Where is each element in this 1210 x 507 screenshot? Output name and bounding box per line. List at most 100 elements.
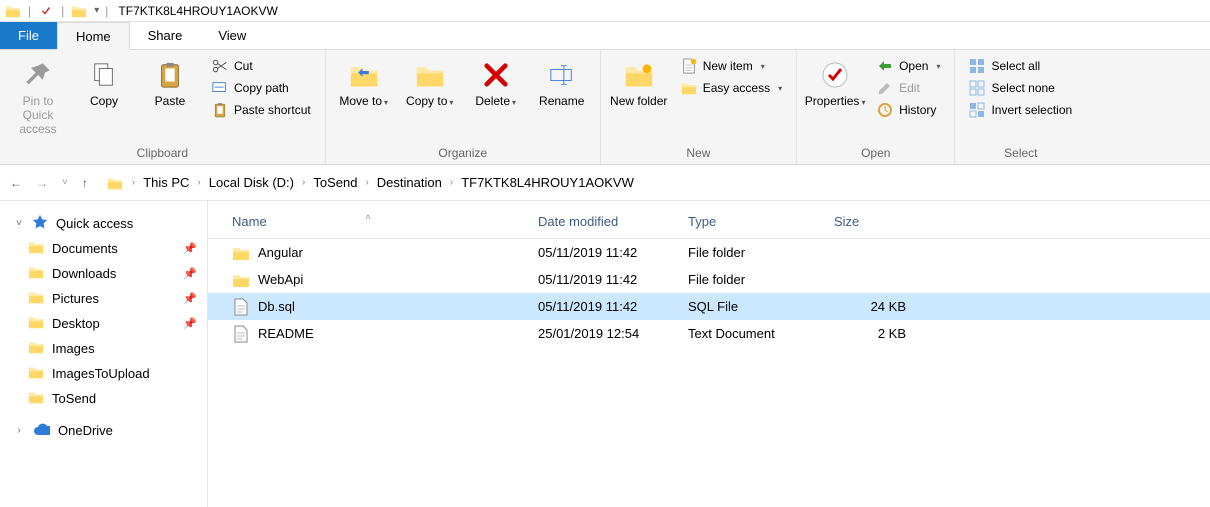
breadcrumb-item[interactable]: ToSend [313,175,357,190]
folder-icon [28,239,44,258]
breadcrumb-item[interactable]: Destination [377,175,442,190]
group-open: Properties▾ Open▾ Edit History Open [797,50,955,164]
tab-file[interactable]: File [0,22,57,49]
folder-icon [28,264,44,283]
group-new-label: New [609,144,788,162]
paste-icon [153,58,187,92]
nav-item[interactable]: ToSend [4,386,203,411]
folder-icon [28,339,44,358]
nav-item[interactable]: Images [4,336,203,361]
breadcrumb-root-icon[interactable] [106,174,124,192]
breadcrumb-item[interactable]: This PC [143,175,189,190]
group-new: New folder New item▾ Easy access▾ New [601,50,797,164]
edit-icon [877,80,893,96]
nav-item[interactable]: Pictures📌 [4,286,203,311]
pin-icon: 📌 [183,292,197,305]
move-to-icon [347,58,381,92]
nav-item[interactable]: Documents 📌 [4,236,203,261]
nav-item-label: Documents [52,241,118,256]
copy-to-button[interactable]: Copy to▾ [400,54,460,110]
breadcrumb-item[interactable]: Local Disk (D:) [209,175,294,190]
recent-button[interactable]: ˅ [62,177,68,188]
history-icon [877,102,893,118]
properties-button[interactable]: Properties▾ [805,54,865,110]
menu-tabs: File Home Share View [0,22,1210,50]
delete-button[interactable]: Delete▾ [466,54,526,110]
breadcrumb[interactable]: › This PC› Local Disk (D:)› ToSend› Dest… [100,174,634,192]
column-size[interactable]: Size [824,214,920,229]
qat-folder-icon[interactable] [70,2,88,20]
scissors-icon [212,58,228,74]
copy-button[interactable]: Copy [74,54,134,108]
up-button[interactable]: ↑ [82,176,88,190]
main-area: ˅ Quick access Documents📌Downloads📌Pictu… [0,201,1210,507]
breadcrumb-item[interactable]: TF7KTK8L4HROUY1AOKVW [461,175,634,190]
nav-item-label: Images [52,341,95,356]
nav-item-label: Desktop [52,316,100,331]
table-row[interactable]: README25/01/2019 12:54Text Document2 KB [208,320,1210,347]
nav-item-label: Downloads [52,266,116,281]
app-icon [4,2,22,20]
window-title: TF7KTK8L4HROUY1AOKVW [114,4,277,18]
file-type: File folder [678,245,824,260]
title-bar: | | ▾ | TF7KTK8L4HROUY1AOKVW [0,0,1210,22]
cloud-icon [32,422,50,439]
open-button[interactable]: Open▾ [871,56,946,76]
star-icon [32,214,48,233]
file-type: Text Document [678,326,824,341]
tab-view[interactable]: View [200,22,264,49]
paste-shortcut-button[interactable]: Paste shortcut [206,100,317,120]
file-date: 05/11/2019 11:42 [528,272,678,287]
rename-icon [545,58,579,92]
tab-home[interactable]: Home [57,22,130,50]
rename-button[interactable]: Rename [532,54,592,108]
new-item-button[interactable]: New item▾ [675,56,788,76]
nav-item[interactable]: Downloads 📌 [4,261,203,286]
back-button[interactable]: ← [10,176,22,190]
qat-properties-icon[interactable] [37,2,55,20]
nav-quick-access[interactable]: ˅ Quick access [4,211,203,236]
select-none-icon [969,80,985,96]
nav-item[interactable]: Desktop 📌 [4,311,203,336]
column-name[interactable]: ˄Name [208,214,528,229]
navigation-pane: ˅ Quick access Documents📌Downloads📌Pictu… [0,201,208,507]
column-type[interactable]: Type [678,214,824,229]
copy-path-button[interactable]: Copy path [206,78,317,98]
forward-button[interactable]: → [36,176,48,190]
group-organize-label: Organize [334,144,592,162]
pin-icon: 📌 [183,317,197,330]
group-organize: Move to▾ Copy to▾ Delete▾ Rename Organiz… [326,50,601,164]
folder-icon [232,244,250,262]
open-icon [877,58,893,74]
pin-icon: 📌 [183,267,197,280]
pin-icon: 📌 [183,242,197,255]
nav-onedrive[interactable]: › OneDrive [4,419,203,442]
tab-share[interactable]: Share [130,22,201,49]
edit-button[interactable]: Edit [871,78,946,98]
pin-quick-access-button[interactable]: Pin to Quick access [8,54,68,136]
invert-selection-button[interactable]: Invert selection [963,100,1078,120]
nav-item[interactable]: ImagesToUpload [4,361,203,386]
select-all-button[interactable]: Select all [963,56,1078,76]
easy-access-button[interactable]: Easy access▾ [675,78,788,98]
paste-button[interactable]: Paste [140,54,200,108]
table-row[interactable]: Db.sql05/11/2019 11:42SQL File24 KB [208,293,1210,320]
column-date[interactable]: Date modified [528,214,678,229]
move-to-button[interactable]: Move to▾ [334,54,394,110]
group-clipboard: Pin to Quick access Copy Paste Cut Copy … [0,50,326,164]
table-row[interactable]: Angular05/11/2019 11:42File folder [208,239,1210,266]
copy-to-icon [413,58,447,92]
file-type: SQL File [678,299,824,314]
table-row[interactable]: WebApi05/11/2019 11:42File folder [208,266,1210,293]
select-none-button[interactable]: Select none [963,78,1078,98]
new-folder-button[interactable]: New folder [609,54,669,108]
copy-icon [87,58,121,92]
folder-icon [28,389,44,408]
folder-icon [28,289,44,308]
file-name: Angular [258,245,303,260]
history-button[interactable]: History [871,100,946,120]
group-open-label: Open [805,144,946,162]
file-date: 05/11/2019 11:42 [528,299,678,314]
file-size: 2 KB [824,326,920,341]
cut-button[interactable]: Cut [206,56,317,76]
